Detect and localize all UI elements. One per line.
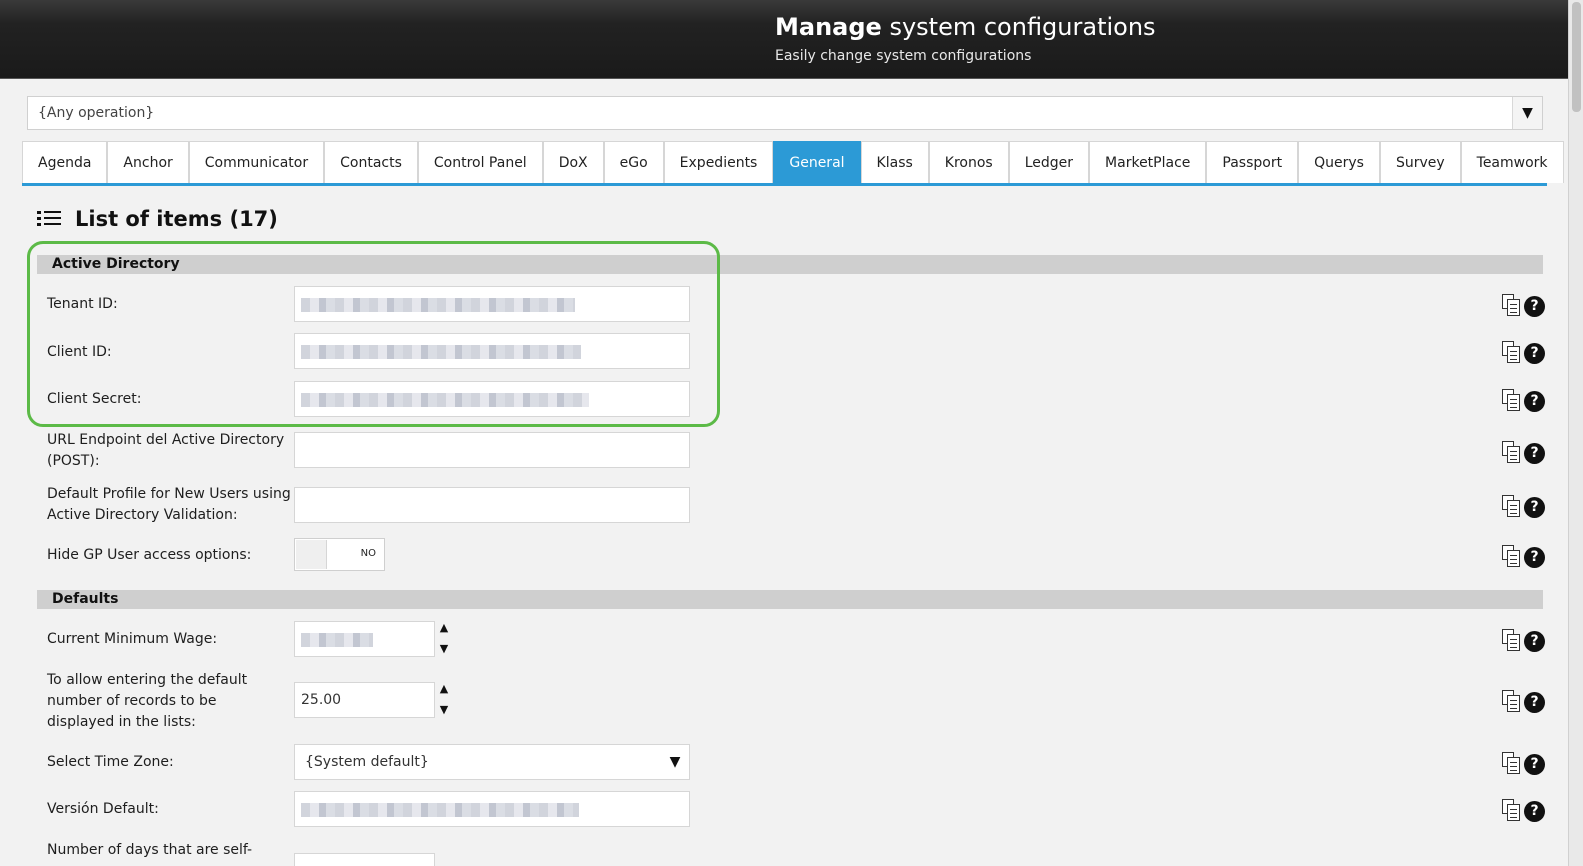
tab-passport[interactable]: Passport [1206, 141, 1299, 183]
tab-klass[interactable]: Klass [860, 141, 929, 183]
tab-ego[interactable]: eGo [603, 141, 664, 183]
copy-icon[interactable] [1502, 294, 1520, 316]
min-wage-label: Current Minimum Wage: [47, 631, 218, 647]
tab-communicator[interactable]: Communicator [188, 141, 325, 183]
section-header-active-directory: Active Directory [37, 255, 1543, 274]
version-label: Versión Default: [47, 801, 159, 817]
days-input[interactable] [294, 853, 435, 866]
help-icon[interactable]: ? [1524, 547, 1545, 568]
copy-icon[interactable] [1502, 545, 1520, 567]
tab-expedients[interactable]: Expedients [663, 141, 774, 183]
section-title: Active Directory [52, 256, 180, 272]
help-icon[interactable]: ? [1524, 296, 1545, 317]
default-profile-input[interactable] [294, 487, 690, 523]
copy-icon[interactable] [1502, 341, 1520, 363]
page-subtitle: Easily change system configurations [775, 48, 1032, 64]
help-icon[interactable]: ? [1524, 443, 1545, 464]
version-input[interactable] [294, 791, 690, 827]
section-title: Defaults [52, 591, 119, 607]
help-icon[interactable]: ? [1524, 391, 1545, 412]
row-actions: ? [1500, 495, 1545, 519]
help-icon[interactable]: ? [1524, 343, 1545, 364]
copy-icon[interactable] [1502, 799, 1520, 821]
tab-ledger[interactable]: Ledger [1008, 141, 1090, 183]
spin-down-icon[interactable]: ▼ [437, 702, 451, 718]
tab-general[interactable]: General [773, 141, 861, 183]
days-label: Number of days that are self- [47, 842, 253, 858]
records-label: To allow entering the default number of … [47, 672, 248, 730]
tab-dox[interactable]: DoX [542, 141, 604, 183]
redacted-value [301, 803, 579, 817]
chevron-down-icon[interactable]: ▼ [1512, 97, 1542, 129]
row-actions: ? [1500, 690, 1545, 714]
url-endpoint-input[interactable] [294, 432, 690, 468]
page-scrollbar[interactable] [1568, 0, 1583, 866]
operation-select-value: {Any operation} [38, 105, 155, 121]
tab-querys[interactable]: Querys [1298, 141, 1380, 183]
redacted-value [301, 345, 581, 359]
help-icon[interactable]: ? [1524, 754, 1545, 775]
chevron-down-icon[interactable]: ▼ [661, 745, 689, 779]
redacted-value [301, 633, 373, 647]
row-actions: ? [1500, 752, 1545, 776]
row-actions: ? [1500, 389, 1545, 413]
copy-icon[interactable] [1502, 389, 1520, 411]
client-id-input[interactable] [294, 333, 690, 369]
row-actions: ? [1500, 341, 1545, 365]
client-id-label: Client ID: [47, 344, 112, 360]
tenant-id-input[interactable] [294, 286, 690, 322]
page-header: Manage system configurations Easily chan… [0, 0, 1568, 79]
list-icon [37, 210, 61, 228]
list-title: List of items (17) [75, 207, 278, 231]
url-endpoint-label: URL Endpoint del Active Directory (POST)… [47, 432, 285, 469]
tab-control-panel[interactable]: Control Panel [417, 141, 543, 183]
client-secret-input[interactable] [294, 381, 690, 417]
redacted-value [301, 298, 575, 312]
records-input[interactable]: 25.00 [294, 682, 435, 718]
row-actions: ? [1500, 441, 1545, 465]
tab-survey[interactable]: Survey [1379, 141, 1461, 183]
help-icon[interactable]: ? [1524, 801, 1545, 822]
tab-kronos[interactable]: Kronos [928, 141, 1009, 183]
list-header: List of items (17) [37, 205, 278, 233]
toggle-state: NO [360, 548, 376, 559]
tenant-id-label: Tenant ID: [47, 296, 118, 312]
help-icon[interactable]: ? [1524, 497, 1545, 518]
help-icon[interactable]: ? [1524, 631, 1545, 652]
copy-icon[interactable] [1502, 441, 1520, 463]
row-actions: ? [1500, 545, 1545, 569]
copy-icon[interactable] [1502, 629, 1520, 651]
module-tabs: Agenda Anchor Communicator Contacts Control … [22, 141, 1564, 186]
redacted-value [301, 393, 589, 407]
default-profile-label: Default Profile for New Users using Acti… [47, 486, 291, 523]
time-zone-value: {System default} [305, 754, 429, 770]
row-actions: ? [1500, 799, 1545, 823]
time-zone-select[interactable]: {System default} ▼ [294, 744, 690, 780]
tab-anchor[interactable]: Anchor [107, 141, 189, 183]
scrollbar-thumb[interactable] [1572, 2, 1581, 112]
section-header-defaults: Defaults [37, 590, 1543, 609]
copy-icon[interactable] [1502, 752, 1520, 774]
tab-agenda[interactable]: Agenda [22, 141, 108, 183]
tab-marketplace[interactable]: MarketPlace [1089, 141, 1207, 183]
hide-gp-toggle[interactable]: NO [294, 538, 385, 571]
operation-select[interactable]: {Any operation} ▼ [27, 96, 1543, 130]
client-secret-label: Client Secret: [47, 391, 142, 407]
records-value: 25.00 [301, 692, 342, 708]
spin-up-icon[interactable]: ▲ [437, 620, 451, 636]
copy-icon[interactable] [1502, 690, 1520, 712]
row-actions: ? [1500, 294, 1545, 318]
min-wage-input[interactable] [294, 621, 435, 657]
help-icon[interactable]: ? [1524, 692, 1545, 713]
row-actions: ? [1500, 629, 1545, 653]
tab-contacts[interactable]: Contacts [324, 141, 418, 183]
copy-icon[interactable] [1502, 495, 1520, 517]
toggle-knob [296, 540, 327, 569]
hide-gp-label: Hide GP User access options: [47, 547, 252, 563]
tab-teamwork[interactable]: Teamwork [1460, 141, 1564, 183]
time-zone-label: Select Time Zone: [47, 754, 174, 770]
spin-down-icon[interactable]: ▼ [437, 641, 451, 657]
page-title: Manage system configurations [775, 13, 1156, 41]
spin-up-icon[interactable]: ▲ [437, 681, 451, 697]
